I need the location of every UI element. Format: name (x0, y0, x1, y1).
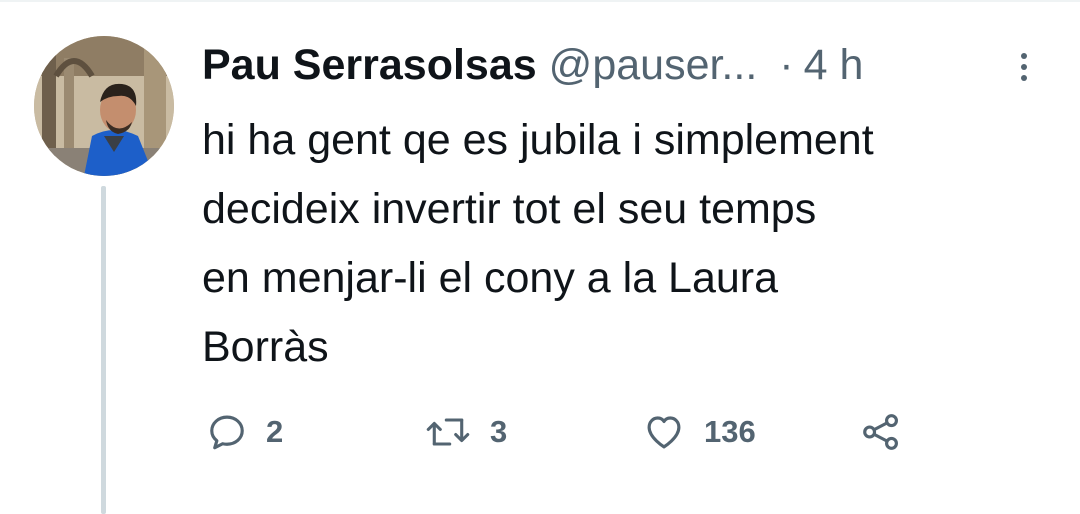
like-count: 136 (704, 414, 756, 449)
tweet-text-line: Borràs (202, 323, 329, 371)
avatar[interactable] (34, 36, 174, 176)
tweet-header: Pau Serrasolsas @pauser... · 4 h (202, 38, 1042, 92)
tweet-text-line: en menjar-li el cony a la Laura (202, 254, 779, 302)
top-divider (0, 0, 1080, 2)
tweet-actions: 2 3 136 (202, 408, 922, 456)
separator-dot: · (779, 40, 794, 89)
tweet-text-line: hi ha gent qe es jubila i simplement (202, 116, 874, 164)
profile-photo (34, 36, 174, 176)
author-handle[interactable]: @pauser... (549, 41, 758, 90)
reply-icon (210, 415, 244, 450)
share-button[interactable] (860, 408, 902, 456)
more-vertical-icon[interactable] (1018, 52, 1030, 82)
tweet-text-line: decideix invertir tot el seu temps (202, 185, 817, 233)
like-button[interactable]: 136 (642, 408, 756, 456)
tweet-timestamp[interactable]: 4 h (804, 41, 864, 90)
author-display-name[interactable]: Pau Serrasolsas (202, 41, 537, 90)
retweet-count: 3 (490, 414, 508, 449)
thread-line (101, 186, 106, 514)
tweet-text: hi ha gent qe es jubila i simplement dec… (202, 106, 1062, 382)
heart-icon (647, 416, 681, 449)
reply-button[interactable]: 2 (206, 408, 283, 456)
retweet-button[interactable]: 3 (424, 408, 507, 456)
share-icon (863, 414, 898, 450)
reply-count: 2 (266, 414, 284, 449)
retweet-icon (426, 418, 470, 446)
